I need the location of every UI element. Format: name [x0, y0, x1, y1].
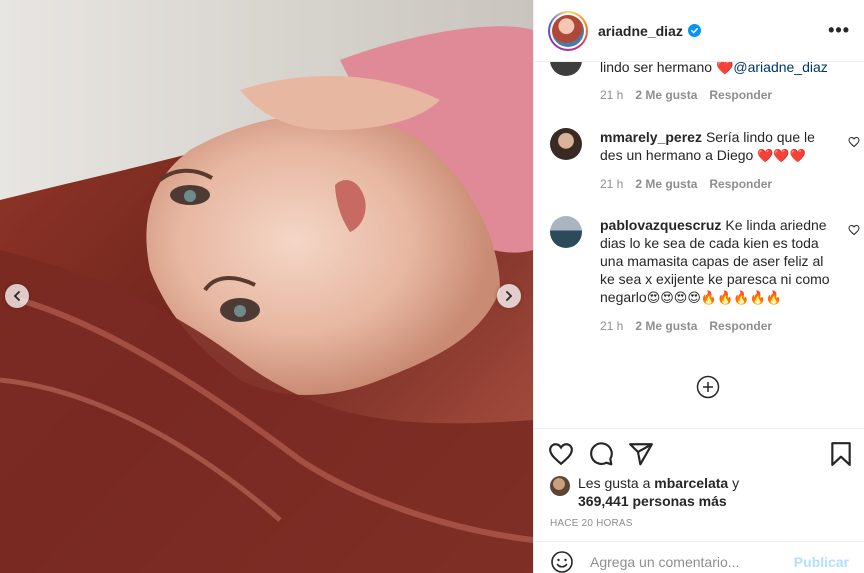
commenter-avatar[interactable]	[550, 62, 582, 76]
comment-time[interactable]: 21 h	[600, 177, 623, 191]
bookmark-icon[interactable]	[828, 441, 854, 467]
commenter-avatar[interactable]	[550, 216, 582, 248]
reply-button[interactable]: Responder	[709, 88, 772, 102]
likes-summary: Les gusta a mbarcelata y 369,441 persona…	[550, 474, 850, 510]
avatar-image	[552, 14, 584, 47]
post-header: ariadne_diaz •••	[534, 0, 864, 62]
post-sidebar: ariadne_diaz ••• lindo ser hermano ❤️@ar…	[533, 0, 864, 573]
reply-button[interactable]: Responder	[709, 319, 772, 333]
likes-middle: y	[728, 475, 740, 491]
heart-emoji: ❤️❤️❤️	[757, 148, 806, 163]
emoji-smile-icon[interactable]	[550, 550, 574, 573]
photo-woman-reclining	[0, 0, 533, 573]
chevron-left-icon	[13, 291, 20, 301]
liker-avatar[interactable]	[550, 476, 570, 496]
liker-username[interactable]: mbarcelata	[654, 475, 728, 491]
commenter-username[interactable]: mmarely_perez	[600, 129, 702, 145]
likes-prefix: Les gusta a	[578, 475, 655, 491]
comment-text: mmarely_perez Sería lindo que le des un h…	[600, 128, 840, 165]
comment-icon[interactable]	[588, 441, 614, 467]
comment-likes[interactable]: 2 Me gusta	[635, 177, 697, 191]
comment-item: lindo ser hermano ❤️@ariadne_diaz 21 h 2…	[550, 62, 850, 102]
heart-icon[interactable]	[848, 224, 860, 236]
comment-item: pablovazquescruz Ke linda ariedne dias lo…	[550, 216, 860, 333]
commenter-username[interactable]: pablovazquescruz	[600, 217, 721, 233]
comment-body: lindo ser hermano	[600, 62, 716, 75]
mention-link[interactable]: @ariadne_diaz	[733, 62, 827, 75]
heart-emoji: ❤️	[715, 62, 734, 75]
comment-text: pablovazquescruz Ke linda ariedne dias lo…	[600, 216, 840, 307]
reply-button[interactable]: Responder	[709, 177, 772, 191]
previous-photo-button[interactable]	[5, 284, 29, 308]
comment-time[interactable]: 21 h	[600, 88, 623, 102]
comment-meta: 21 h 2 Me gusta Responder	[600, 177, 850, 191]
comments-list: lindo ser hermano ❤️@ariadne_diaz 21 h 2…	[534, 62, 864, 428]
author-username[interactable]: ariadne_diaz	[598, 23, 683, 39]
comment-text: lindo ser hermano ❤️@ariadne_diaz	[600, 62, 840, 76]
comment-input[interactable]	[590, 553, 770, 570]
share-icon[interactable]	[628, 441, 654, 467]
verified-badge-icon	[687, 24, 701, 37]
chevron-right-icon	[506, 291, 513, 301]
comment-time[interactable]: 21 h	[600, 319, 623, 333]
instagram-post: ariadne_diaz ••• lindo ser hermano ❤️@ar…	[0, 0, 864, 573]
likes-count[interactable]: 369,441 personas más	[578, 493, 727, 509]
publish-button[interactable]: Publicar	[794, 554, 849, 570]
comment-item: mmarely_perez Sería lindo que le des un h…	[550, 128, 860, 191]
plus-circle-icon[interactable]	[696, 375, 720, 399]
add-comment-bar: Publicar	[534, 541, 864, 573]
comment-meta: 21 h 2 Me gusta Responder	[600, 319, 850, 333]
action-bar	[534, 428, 864, 478]
author-avatar[interactable]	[548, 10, 588, 51]
more-options-icon[interactable]: •••	[828, 20, 850, 41]
next-photo-button[interactable]	[497, 284, 521, 308]
comment-likes[interactable]: 2 Me gusta	[635, 319, 697, 333]
comment-meta: 21 h 2 Me gusta Responder	[600, 88, 850, 102]
comment-likes[interactable]: 2 Me gusta	[635, 88, 697, 102]
post-photo[interactable]	[0, 0, 533, 573]
post-timestamp[interactable]: Hace 20 horas	[550, 518, 633, 529]
heart-icon[interactable]	[848, 136, 860, 148]
heart-icon[interactable]	[548, 441, 574, 467]
emoji-string: 😍😍😍😍🔥🔥🔥🔥🔥	[646, 290, 782, 305]
commenter-avatar[interactable]	[550, 128, 582, 160]
